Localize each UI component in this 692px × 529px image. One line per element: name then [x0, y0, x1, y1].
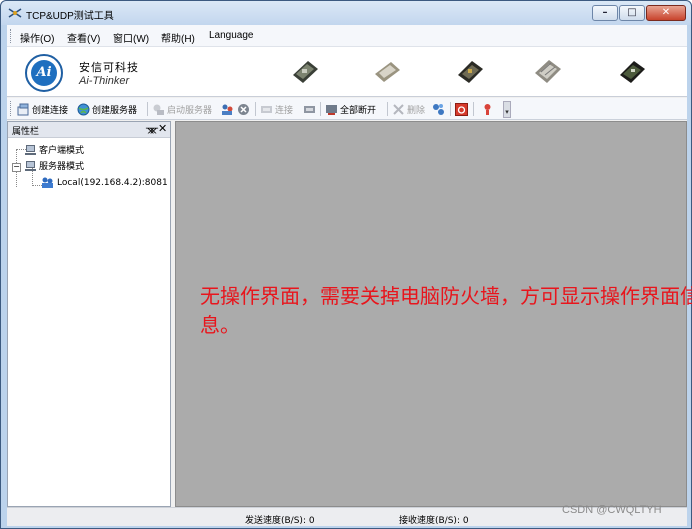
pin-icon[interactable]: ᚘ	[146, 123, 158, 134]
esp-module-icon	[535, 60, 561, 83]
client-mode-label: 客户端模式	[39, 146, 85, 156]
network-icon	[433, 103, 444, 115]
menu-language[interactable]: Language	[209, 30, 254, 41]
help-icon	[484, 103, 491, 115]
create-connection-label: 创建连接	[32, 105, 69, 116]
toolbar-overflow-chevron-icon[interactable]: ▾	[503, 101, 511, 118]
start-server-label: 启动服务器	[167, 105, 213, 116]
tree-node-local-server[interactable]: Local(192.168.4.2):8081	[41, 177, 168, 189]
server-start-icon	[153, 104, 164, 115]
toolbar-separator	[473, 102, 474, 116]
menu-help[interactable]: 帮助(H)	[161, 30, 195, 45]
menu-bar: 操作(O) 查看(V) 窗口(W) 帮助(H) Language	[7, 25, 687, 47]
toolbar-separator	[450, 102, 451, 116]
delete-button[interactable]: 删除	[392, 101, 425, 117]
maximize-icon: □	[627, 7, 637, 18]
app-window: TCP&UDP测试工具 – □ ✕ 操作(O) 查看(V) 窗口(W) 帮助(H…	[0, 0, 692, 529]
create-connection-button[interactable]: 创建连接	[17, 101, 68, 117]
tree-node-server-mode[interactable]: 服务器模式	[25, 159, 84, 172]
power-button[interactable]	[455, 101, 468, 117]
firewall-warning-text: 无操作界面，需要关掉电脑防火墙，方可显示操作界面信息。	[200, 284, 692, 337]
collapse-icon[interactable]: −	[12, 163, 21, 172]
menu-operate[interactable]: 操作(O)	[20, 30, 54, 45]
company-name-en: Ai-Thinker	[79, 75, 130, 87]
connect-button[interactable]: 连接	[260, 101, 293, 117]
menu-grip[interactable]	[10, 29, 13, 43]
network-button[interactable]	[432, 101, 445, 117]
csdn-watermark: CSDN @CWQLTYH	[562, 504, 662, 516]
close-button[interactable]: ✕	[646, 5, 686, 21]
globe-icon	[77, 103, 90, 115]
create-server-button[interactable]: 创建服务器	[77, 101, 137, 117]
toolbar-separator	[387, 102, 388, 116]
panel-header: 属性栏 ᚘ ✕	[8, 122, 170, 138]
receive-speed: 接收速度(B/S): 0	[399, 516, 469, 526]
stop-server-button[interactable]	[237, 101, 250, 117]
power-icon	[455, 102, 468, 116]
panel-close-icon[interactable]: ✕	[158, 122, 167, 135]
close-icon: ✕	[661, 7, 671, 18]
users-icon	[222, 104, 233, 115]
computer-icon	[25, 160, 36, 171]
tree-node-client-mode[interactable]: 客户端模式	[25, 143, 84, 156]
disconnect-icon	[304, 105, 315, 113]
toolbar-grip[interactable]	[10, 101, 13, 116]
ai-thinker-logo: Ai	[25, 54, 63, 92]
panel-title: 属性栏	[12, 127, 40, 137]
title-bar[interactable]: TCP&UDP测试工具 – □ ✕	[1, 1, 691, 25]
minimize-button[interactable]: –	[592, 5, 618, 21]
connect-icon	[261, 105, 272, 113]
disconnect-all-button[interactable]: 全部断开	[325, 101, 376, 117]
start-server-button[interactable]: 启动服务器	[152, 101, 212, 117]
esp-module-icon	[620, 61, 645, 83]
toolbar-separator	[320, 102, 321, 116]
workspace-area: 无操作界面，需要关掉电脑防火墙，方可显示操作界面信息。	[175, 121, 692, 507]
create-server-label: 创建服务器	[92, 105, 138, 116]
disconnect-all-icon	[326, 104, 337, 115]
toolbar-separator	[255, 102, 256, 116]
delete-label: 删除	[407, 105, 426, 116]
computer-icon	[25, 144, 36, 155]
toolbar-separator	[147, 102, 148, 116]
local-server-label: Local(192.168.4.2):8081	[57, 178, 168, 188]
server-users-button[interactable]	[221, 101, 234, 117]
connect-label: 连接	[275, 105, 294, 116]
disconnect-button[interactable]	[303, 101, 316, 117]
stop-icon	[238, 103, 249, 115]
logo-mark: Ai	[31, 60, 57, 86]
brand-banner: Ai 安信可科技 Ai-Thinker	[7, 47, 687, 97]
server-users-icon	[42, 177, 53, 188]
disconnect-all-label: 全部断开	[340, 105, 377, 116]
properties-panel: 属性栏 ᚘ ✕ 客户端模式 − 服务器模式 Local(192.168.4.2)…	[7, 121, 171, 507]
menu-view[interactable]: 查看(V)	[67, 30, 100, 45]
new-connection-icon	[17, 103, 29, 115]
main-toolbar: 创建连接 创建服务器 启动服务器 连接 全部断开 删除 ▾	[7, 98, 687, 120]
maximize-button[interactable]: □	[619, 5, 645, 21]
company-name-cn: 安信可科技	[79, 61, 139, 74]
info-button[interactable]	[481, 101, 494, 117]
esp-module-icon	[375, 62, 400, 82]
client-area: 操作(O) 查看(V) 窗口(W) 帮助(H) Language Ai 安信可科…	[7, 25, 692, 526]
menu-window[interactable]: 窗口(W)	[113, 30, 149, 45]
server-mode-label: 服务器模式	[39, 162, 85, 172]
send-speed: 发送速度(B/S): 0	[245, 516, 315, 526]
window-title: TCP&UDP测试工具	[26, 11, 114, 22]
delete-icon	[393, 103, 404, 115]
esp-module-icon	[293, 61, 318, 83]
window-controls: – □ ✕	[592, 5, 686, 21]
esp-module-icon	[458, 61, 483, 83]
app-icon	[8, 8, 22, 18]
minimize-icon: –	[602, 7, 608, 18]
